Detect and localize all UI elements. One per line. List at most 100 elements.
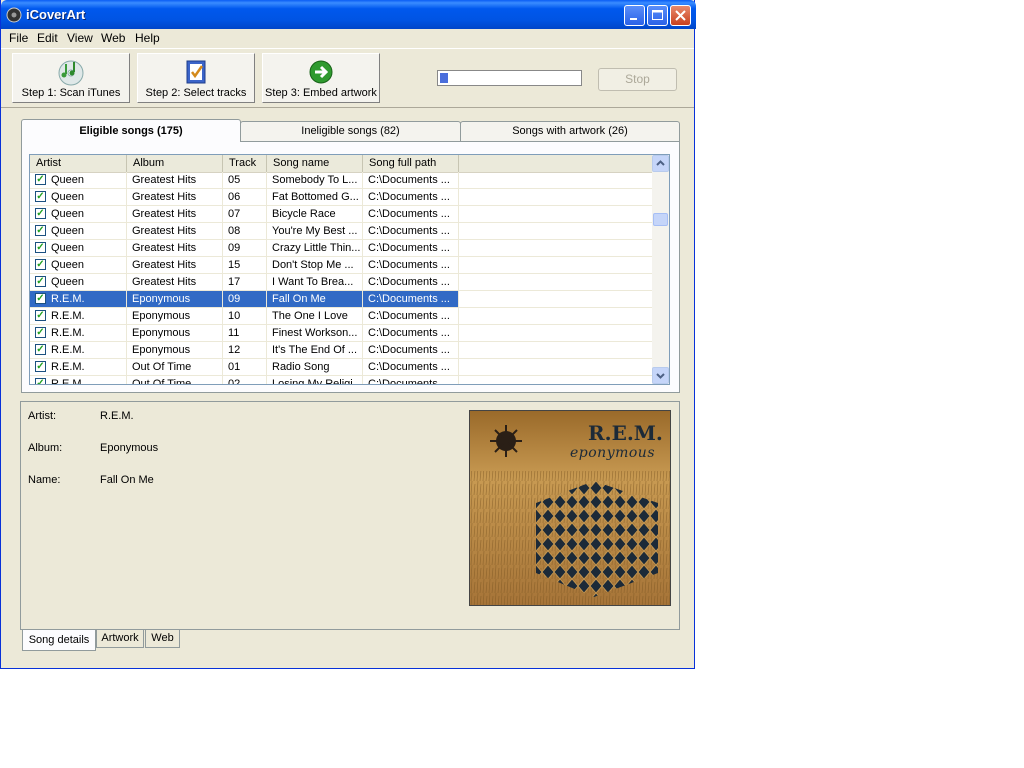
select-tracks-button[interactable]: Step 2: Select tracks [137,53,255,103]
cell-song-name: You're My Best ... [267,223,363,239]
row-checkbox[interactable]: ✓ [35,259,46,270]
cell-album: Eponymous [127,291,223,307]
column-song-name[interactable]: Song name [267,155,363,172]
album-artwork: R.E.M. eponymous [469,410,671,606]
table-row[interactable]: ✓ Queen Greatest Hits 06 Fat Bottomed G... C:… [30,189,652,206]
list-scrollbar[interactable] [652,155,669,384]
column-album[interactable]: Album [127,155,223,172]
tab-web[interactable]: Web [145,630,180,648]
scan-itunes-label: Step 1: Scan iTunes [21,87,121,99]
song-details-panel: Artist: R.E.M. Album: Eponymous Name: Fa… [20,401,680,630]
row-checkbox[interactable]: ✓ [35,361,46,372]
menu-web[interactable]: Web [101,31,125,45]
table-row[interactable]: ✓ Queen Greatest Hits 17 I Want To Brea... C:… [30,274,652,291]
cell-track: 10 [223,308,267,324]
cell-track: 12 [223,342,267,358]
row-checkbox[interactable]: ✓ [35,310,46,321]
table-row[interactable]: ✓ Queen Greatest Hits 05 Somebody To L... C:\… [30,172,652,189]
cell-song-name: Somebody To L... [267,172,363,188]
menu-edit[interactable]: Edit [37,31,58,45]
toolbar: Step 1: Scan iTunes Step 2: Select track… [1,48,694,108]
app-window: iCoverArt File Edit View Web Help Step 1… [0,0,696,669]
cell-song-path: C:\Documents ... [363,257,459,273]
tab-artwork[interactable]: Artwork [96,630,144,648]
scroll-thumb[interactable] [653,213,668,226]
cell-album: Greatest Hits [127,257,223,273]
cell-song-path: C:\Documents ... [363,376,459,384]
minimize-button[interactable] [624,5,645,26]
song-list[interactable]: Artist Album Track Song name Song full p… [29,154,670,385]
cd-music-icon [58,60,84,86]
cell-song-name: Fall On Me [267,291,363,307]
column-track[interactable]: Track [223,155,267,172]
scroll-down-button[interactable] [652,367,669,384]
table-row[interactable]: ✓ Queen Greatest Hits 07 Bicycle Race C:\Docu… [30,206,652,223]
row-checkbox[interactable]: ✓ [35,242,46,253]
close-button[interactable] [670,5,691,26]
row-checkbox[interactable]: ✓ [35,174,46,185]
menu-view[interactable]: View [67,31,93,45]
cell-song-path: C:\Documents ... [363,189,459,205]
tab-eligible-songs[interactable]: Eligible songs (175) [21,119,241,142]
artist-label: Artist: [28,410,57,422]
cell-track: 09 [223,291,267,307]
name-label: Name: [28,474,61,486]
row-checkbox[interactable]: ✓ [35,327,46,338]
cell-album: Out Of Time [127,376,223,384]
column-song-path[interactable]: Song full path [363,155,459,172]
name-value: Fall On Me [100,474,154,486]
arrow-right-circle-icon [309,60,333,84]
row-checkbox[interactable]: ✓ [35,344,46,355]
scroll-up-button[interactable] [652,155,669,172]
table-row[interactable]: ✓ R.E.M. Out Of Time 02 Losing My Religi... C… [30,376,652,384]
cell-track: 09 [223,240,267,256]
table-row[interactable]: ✓ R.E.M. Eponymous 09 Fall On Me C:\Documents… [30,291,652,308]
cell-song-path: C:\Documents ... [363,274,459,290]
album-value: Eponymous [100,442,159,454]
stop-button[interactable]: Stop [598,68,677,91]
row-checkbox[interactable]: ✓ [35,378,46,384]
row-checkbox[interactable]: ✓ [35,225,46,236]
table-row[interactable]: ✓ R.E.M. Out Of Time 01 Radio Song C:\Documen… [30,359,652,376]
table-row[interactable]: ✓ R.E.M. Eponymous 11 Finest Workson... C:\Do… [30,325,652,342]
list-header: Artist Album Track Song name Song full p… [30,155,652,173]
cell-track: 02 [223,376,267,384]
tab-songs-with-artwork[interactable]: Songs with artwork (26) [460,121,680,141]
tab-song-details[interactable]: Song details [22,630,96,651]
album-label: Album: [28,442,63,454]
table-row[interactable]: ✓ Queen Greatest Hits 09 Crazy Little Thin..… [30,240,652,257]
cell-song-name: It's The End Of ... [267,342,363,358]
menu-help[interactable]: Help [135,31,160,45]
column-artist[interactable]: Artist [30,155,127,172]
row-checkbox[interactable]: ✓ [35,276,46,287]
window-title: iCoverArt [26,7,86,22]
cell-track: 11 [223,325,267,341]
cell-song-name: Finest Workson... [267,325,363,341]
cell-song-name: Crazy Little Thin... [267,240,363,256]
cell-song-name: Losing My Religi... [267,376,363,384]
cell-track: 07 [223,206,267,222]
progress-bar [437,70,582,86]
table-row[interactable]: ✓ Queen Greatest Hits 08 You're My Best ... C… [30,223,652,240]
artist-value: R.E.M. [100,410,134,422]
cell-track: 05 [223,172,267,188]
title-bar[interactable]: iCoverArt [1,0,696,29]
table-row[interactable]: ✓ R.E.M. Eponymous 10 The One I Love C:\Docum… [30,308,652,325]
table-row[interactable]: ✓ Queen Greatest Hits 15 Don't Stop Me ... C:… [30,257,652,274]
embed-artwork-label: Step 3: Embed artwork [265,87,377,99]
cell-album: Greatest Hits [127,172,223,188]
cell-song-path: C:\Documents ... [363,342,459,358]
cell-album: Greatest Hits [127,206,223,222]
row-checkbox[interactable]: ✓ [35,191,46,202]
table-row[interactable]: ✓ R.E.M. Eponymous 12 It's The End Of ... C:\… [30,342,652,359]
detail-tabs: Song details Artwork Web [20,629,680,652]
maximize-button[interactable] [647,5,668,26]
tab-ineligible-songs[interactable]: Ineligible songs (82) [240,121,461,141]
minimize-icon [630,18,637,20]
embed-artwork-button[interactable]: Step 3: Embed artwork [262,53,380,103]
scan-itunes-button[interactable]: Step 1: Scan iTunes [12,53,130,103]
menu-file[interactable]: File [9,31,28,45]
cell-song-name: The One I Love [267,308,363,324]
row-checkbox[interactable]: ✓ [35,293,46,304]
row-checkbox[interactable]: ✓ [35,208,46,219]
